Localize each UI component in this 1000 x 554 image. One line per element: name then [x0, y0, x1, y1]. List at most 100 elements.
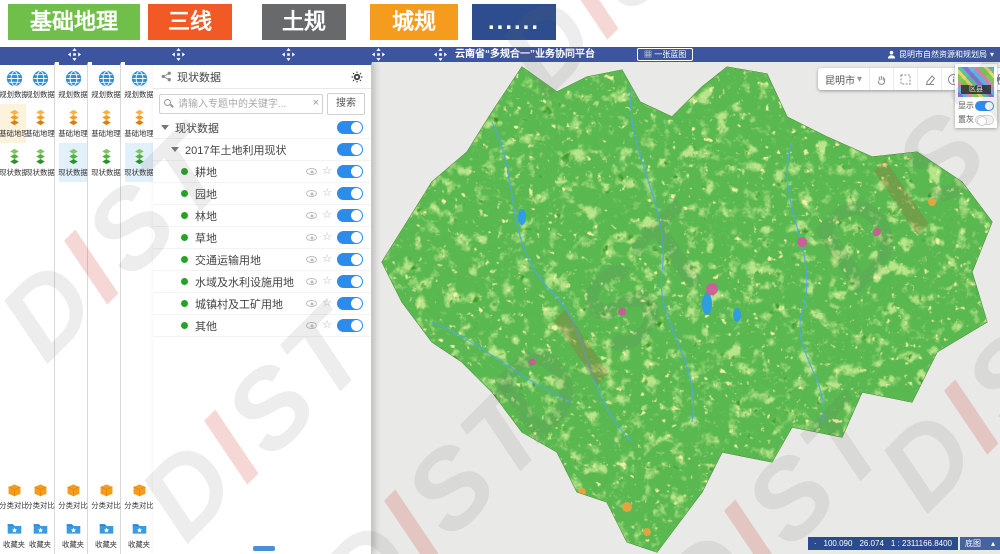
eye-icon[interactable]	[306, 234, 317, 241]
layers-icon	[98, 109, 115, 126]
chevron-down-icon: ▾	[857, 74, 862, 85]
city-dropdown[interactable]: 昆明市 ▾	[818, 72, 869, 87]
move-compass-icon[interactable]	[434, 48, 447, 61]
globe-icon	[65, 70, 82, 87]
sidebar-item-favorites[interactable]: 收藏夹	[125, 515, 153, 554]
overview-map-thumbnail[interactable]: 区县	[958, 67, 994, 97]
layer-toggle[interactable]	[337, 275, 363, 288]
gear-icon[interactable]	[351, 71, 363, 83]
folder-star-icon	[65, 520, 82, 537]
tab-three-lines[interactable]: 三线	[148, 4, 232, 40]
eye-icon[interactable]	[306, 256, 317, 263]
show-toggle[interactable]	[975, 101, 994, 111]
basemap-switcher[interactable]: 底图 ▴	[960, 537, 1000, 550]
eye-icon[interactable]	[306, 212, 317, 219]
layer-toggle[interactable]	[337, 187, 363, 200]
sidebar-item-category-compare[interactable]: 分类对比	[0, 476, 28, 515]
tab-more[interactable]: ......	[472, 4, 556, 40]
eye-icon[interactable]	[306, 168, 317, 175]
sidebar-item-basic-geography[interactable]: 基础地理	[26, 104, 54, 143]
sidebar-item-category-compare[interactable]: 分类对比	[59, 476, 87, 515]
layer-color-dot	[181, 322, 188, 329]
eye-icon[interactable]	[306, 300, 317, 307]
layer-row[interactable]: 园地 ☆	[153, 183, 371, 205]
horizontal-scrollbar[interactable]	[253, 546, 275, 551]
sidebar-item-planning-data[interactable]: 规划数据	[59, 65, 87, 104]
layer-toggle[interactable]	[337, 165, 363, 178]
sidebar-item-planning-data[interactable]: 规划数据	[92, 65, 120, 104]
map-canvas[interactable]	[372, 62, 1000, 554]
move-compass-icon[interactable]	[282, 48, 295, 61]
caret-down-icon[interactable]	[161, 125, 169, 130]
sidebar-item-basic-geography[interactable]: 基础地理	[59, 104, 87, 143]
tab-basic-geography[interactable]: 基础地理	[8, 4, 140, 40]
sidebar-item-category-compare[interactable]: 分类对比	[92, 476, 120, 515]
box-icon	[131, 481, 148, 498]
sidebar-item-planning-data[interactable]: 规划数据	[26, 65, 54, 104]
tab-urban-plan[interactable]: 城规	[370, 4, 458, 40]
sidebar-item-current-data[interactable]: 现状数据	[59, 143, 87, 182]
sidebar-item-current-data[interactable]: 现状数据	[125, 143, 153, 182]
search-button[interactable]: 搜索	[327, 93, 365, 115]
layer-toggle[interactable]	[337, 231, 363, 244]
pan-hand-button[interactable]	[869, 68, 893, 90]
sidebar-item-favorites[interactable]: 收藏夹	[26, 515, 54, 554]
layer-toggle[interactable]	[337, 253, 363, 266]
layer-row[interactable]: 城镇村及工矿用地 ☆	[153, 293, 371, 315]
tree-group-row[interactable]: 2017年土地利用现状	[153, 139, 371, 161]
eraser-button[interactable]	[917, 68, 941, 90]
star-icon[interactable]: ☆	[322, 210, 332, 221]
tab-land-plan[interactable]: 土规	[262, 4, 346, 40]
sidebar-item-current-data[interactable]: 现状数据	[26, 143, 54, 182]
app-toolbar: 云南省“多规合一”业务协同平台 ▦ 一张蓝图 昆明市自然资源和规划局 ▾	[0, 47, 1000, 62]
sidebar-item-basic-geography[interactable]: 基础地理	[0, 104, 28, 143]
layer-row[interactable]: 水域及水利设施用地 ☆	[153, 271, 371, 293]
layers-icon	[98, 148, 115, 165]
user-label: 昆明市自然资源和规划局	[899, 49, 987, 60]
one-blueprint-button[interactable]: ▦ 一张蓝图	[637, 48, 693, 61]
sidebar-item-planning-data[interactable]: 规划数据	[0, 65, 28, 104]
star-icon[interactable]: ☆	[322, 298, 332, 309]
user-menu[interactable]: 昆明市自然资源和规划局 ▾	[887, 47, 994, 62]
star-icon[interactable]: ☆	[322, 232, 332, 243]
layer-row[interactable]: 林地 ☆	[153, 205, 371, 227]
sidebar-item-favorites[interactable]: 收藏夹	[59, 515, 87, 554]
star-icon[interactable]: ☆	[322, 188, 332, 199]
sidebar-item-favorites[interactable]: 收藏夹	[92, 515, 120, 554]
sidebar-item-category-compare[interactable]: 分类对比	[26, 476, 54, 515]
layer-row[interactable]: 交通运输用地 ☆	[153, 249, 371, 271]
box-select-button[interactable]	[893, 68, 917, 90]
eye-icon[interactable]	[306, 278, 317, 285]
layer-row[interactable]: 耕地 ☆	[153, 161, 371, 183]
move-compass-icon[interactable]	[372, 48, 385, 61]
tree-root-row[interactable]: 现状数据	[153, 117, 371, 139]
layer-toggle[interactable]	[337, 297, 363, 310]
sidebar-item-basic-geography[interactable]: 基础地理	[92, 104, 120, 143]
caret-down-icon[interactable]	[171, 147, 179, 152]
search-input[interactable]	[159, 94, 323, 114]
layer-toggle[interactable]	[337, 209, 363, 222]
clear-search-icon[interactable]: ×	[313, 97, 319, 109]
move-compass-icon[interactable]	[68, 48, 81, 61]
sidebar-item-basic-geography[interactable]: 基础地理	[125, 104, 153, 143]
layer-row[interactable]: 草地 ☆	[153, 227, 371, 249]
sidebar-item-current-data[interactable]: 现状数据	[0, 143, 28, 182]
select-rect-icon	[899, 73, 912, 86]
sidebar-item-favorites[interactable]: 收藏夹	[0, 515, 28, 554]
product-tabs-row: 基础地理 三线 土规 城规 ......	[0, 0, 1000, 47]
eye-icon[interactable]	[306, 322, 317, 329]
star-icon[interactable]: ☆	[322, 276, 332, 287]
layer-toggle[interactable]	[337, 319, 363, 332]
star-icon[interactable]: ☆	[322, 166, 332, 177]
star-icon[interactable]: ☆	[322, 320, 332, 331]
move-compass-icon[interactable]	[172, 48, 185, 61]
layer-toggle[interactable]	[337, 121, 363, 134]
layer-row[interactable]: 其他 ☆	[153, 315, 371, 337]
gray-toggle[interactable]	[975, 115, 994, 125]
sidebar-item-category-compare[interactable]: 分类对比	[125, 476, 153, 515]
sidebar-item-current-data[interactable]: 现状数据	[92, 143, 120, 182]
star-icon[interactable]: ☆	[322, 254, 332, 265]
sidebar-item-planning-data[interactable]: 规划数据	[125, 65, 153, 104]
layer-toggle[interactable]	[337, 143, 363, 156]
eye-icon[interactable]	[306, 190, 317, 197]
